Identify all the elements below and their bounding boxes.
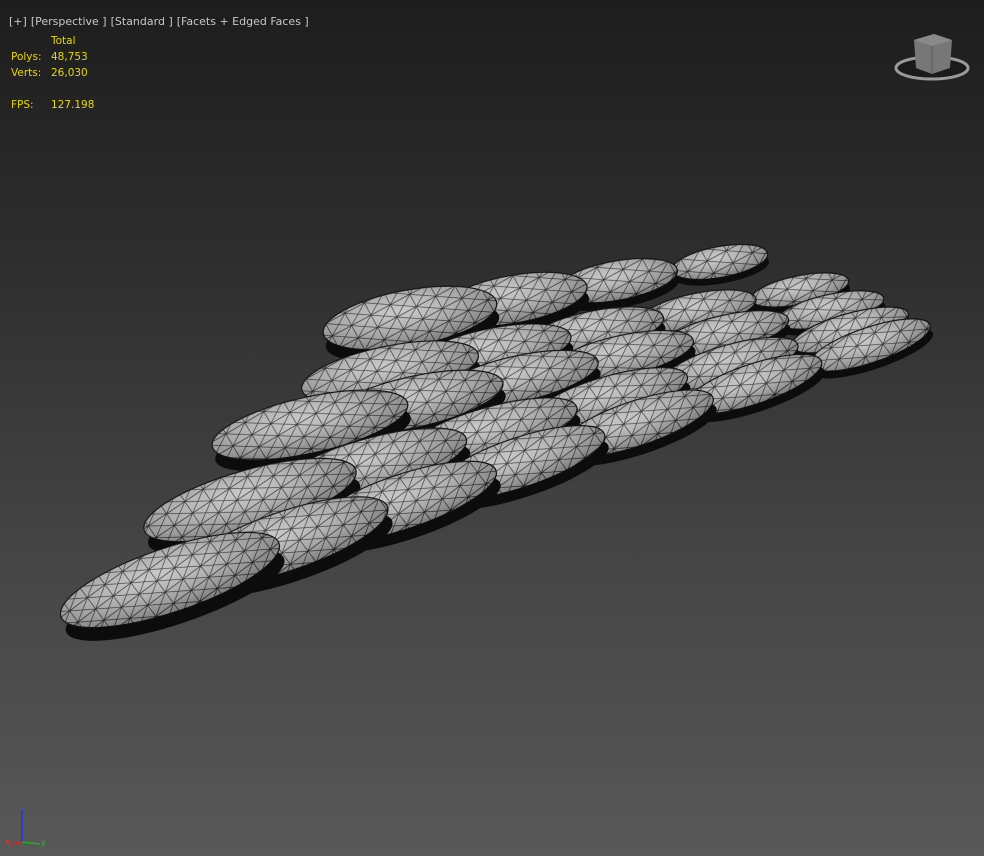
y-axis-label: y [41,838,46,847]
axis-tripod: z x y [4,804,54,848]
x-axis-label: x [5,837,10,846]
sandbag[interactable] [670,238,772,292]
z-axis-label: z [22,805,26,814]
sandbag-wall-mesh[interactable] [0,0,984,856]
viewcube[interactable] [894,28,974,86]
